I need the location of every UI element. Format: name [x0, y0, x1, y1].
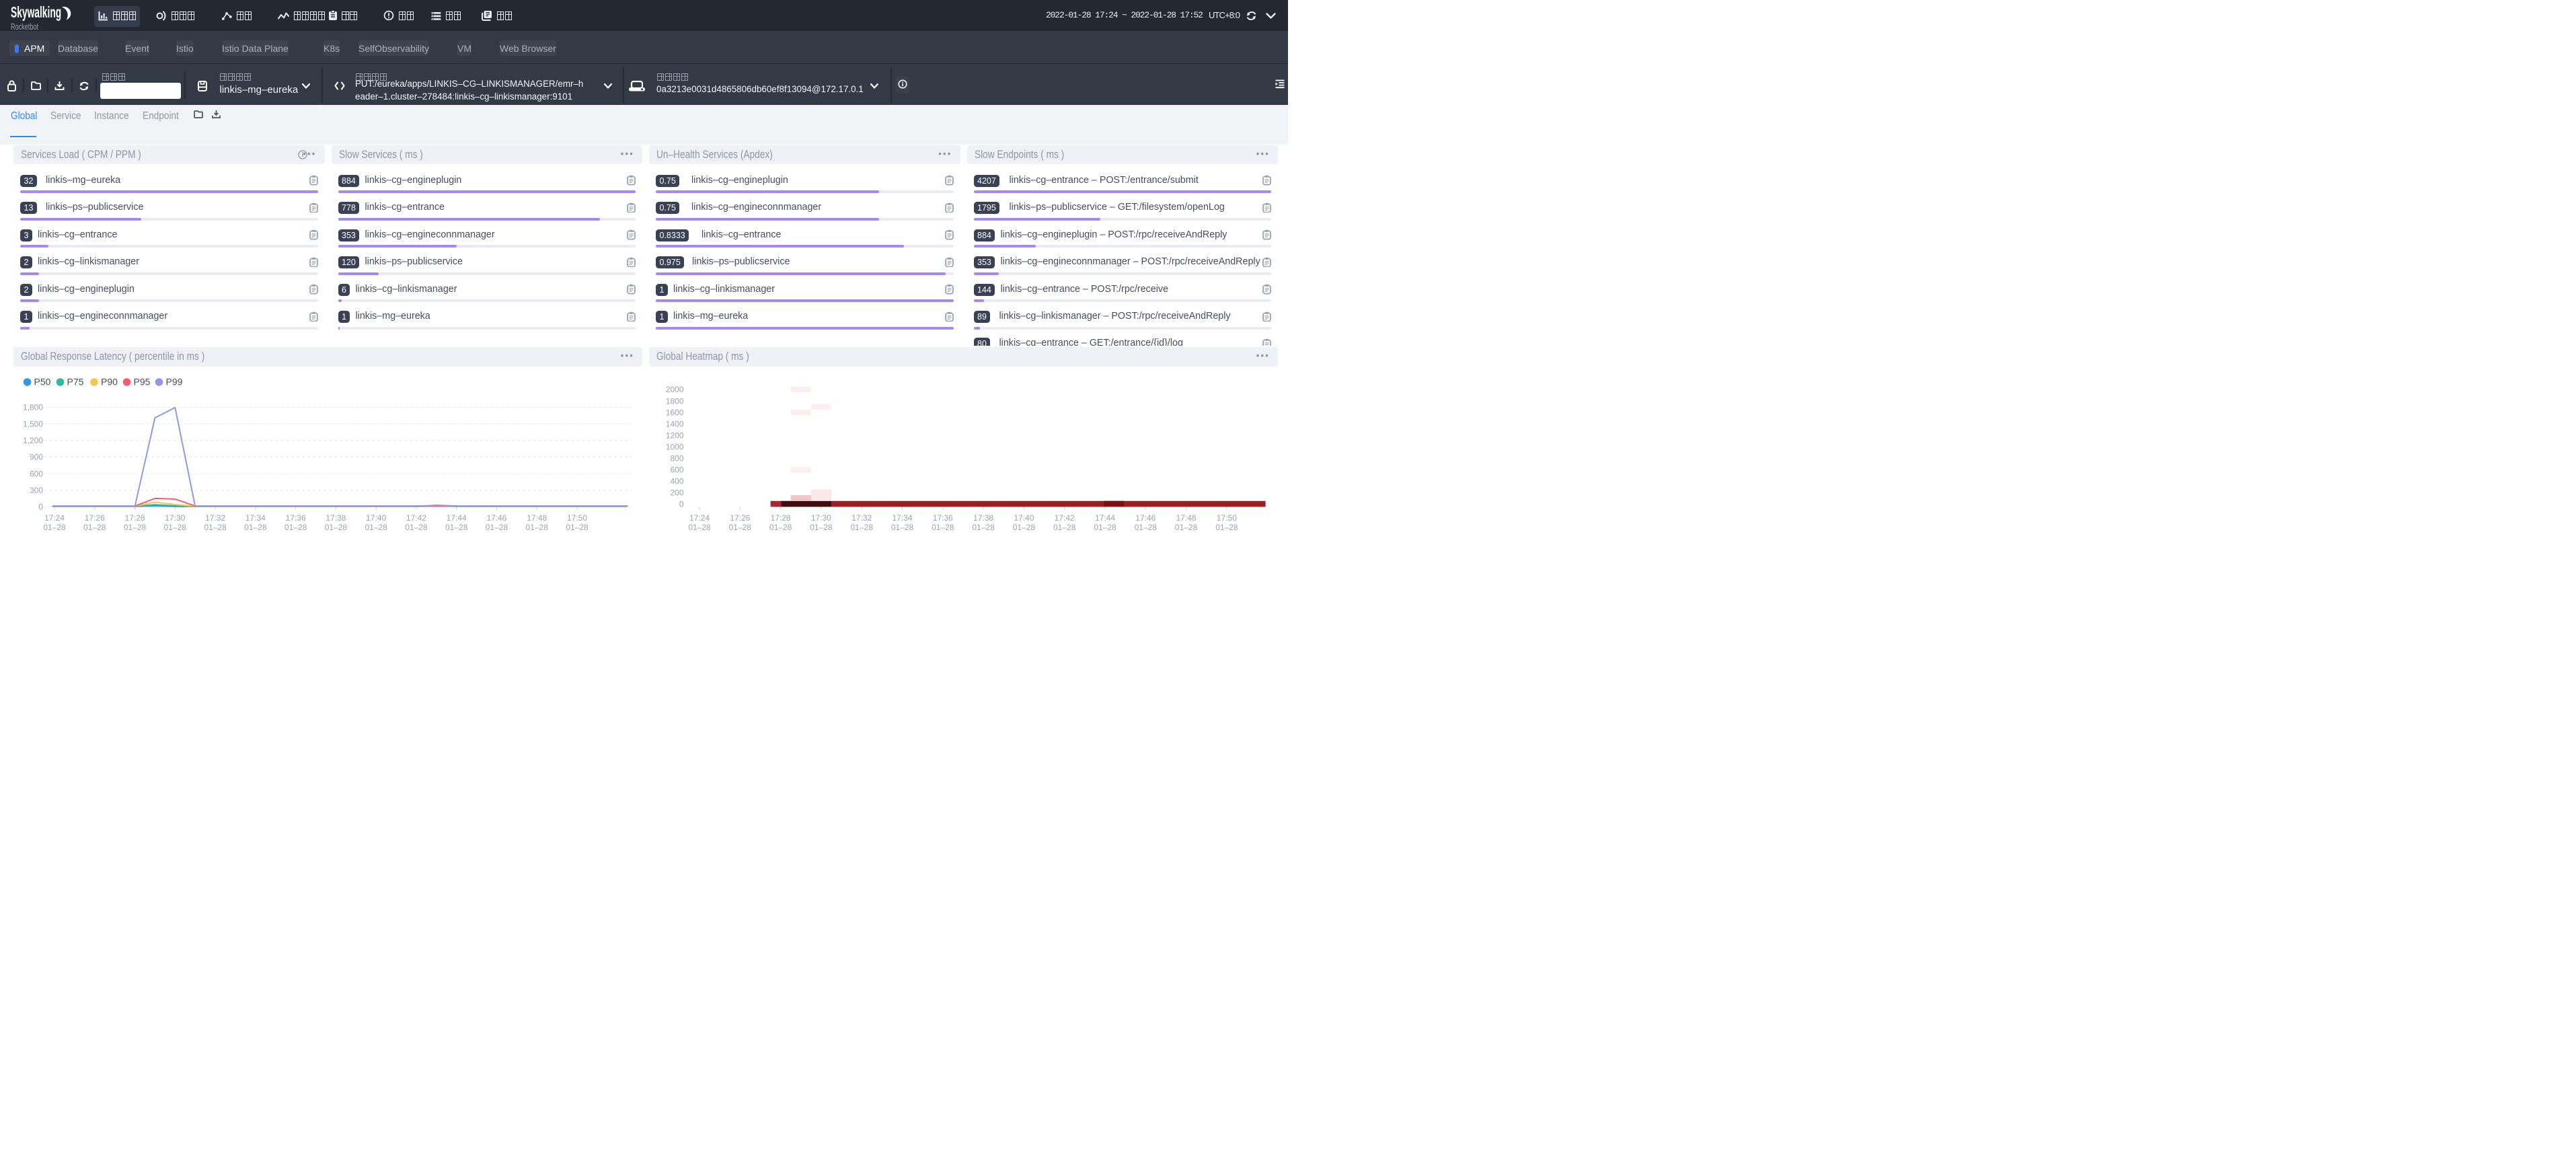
svg-text:300: 300: [30, 486, 43, 495]
svg-text:P75: P75: [67, 377, 84, 387]
svg-text:01–28: 01–28: [124, 523, 147, 532]
svg-text:01–28: 01–28: [365, 523, 387, 532]
svg-text:17:48: 17:48: [1176, 513, 1197, 523]
svg-text:17:46: 17:46: [1135, 513, 1156, 523]
svg-text:P99: P99: [166, 377, 183, 387]
svg-text:0: 0: [679, 500, 684, 509]
svg-text:01–28: 01–28: [43, 523, 66, 532]
svg-text:01–28: 01–28: [1135, 523, 1158, 532]
svg-text:900: 900: [30, 453, 43, 462]
svg-text:1400: 1400: [666, 419, 684, 428]
svg-text:17:42: 17:42: [1055, 513, 1075, 523]
svg-text:P95: P95: [134, 377, 151, 387]
svg-text:01–28: 01–28: [810, 523, 833, 532]
svg-text:01–28: 01–28: [244, 523, 267, 532]
svg-text:17:36: 17:36: [933, 513, 953, 523]
svg-text:01–28: 01–28: [891, 523, 914, 532]
svg-text:17:36: 17:36: [286, 513, 306, 523]
svg-text:01–28: 01–28: [769, 523, 792, 532]
svg-text:17:28: 17:28: [771, 513, 791, 523]
svg-text:17:38: 17:38: [326, 513, 346, 523]
svg-text:01–28: 01–28: [566, 523, 589, 532]
svg-text:200: 200: [670, 488, 683, 498]
svg-text:17:34: 17:34: [245, 513, 266, 523]
svg-text:17:30: 17:30: [165, 513, 185, 523]
svg-text:1200: 1200: [666, 430, 684, 440]
svg-text:17:42: 17:42: [406, 513, 426, 523]
svg-text:01–28: 01–28: [405, 523, 428, 532]
svg-text:01–28: 01–28: [204, 523, 227, 532]
svg-text:17:32: 17:32: [851, 513, 872, 523]
svg-text:17:44: 17:44: [447, 513, 467, 523]
svg-text:01–28: 01–28: [1013, 523, 1036, 532]
svg-text:400: 400: [670, 477, 683, 486]
svg-text:17:46: 17:46: [486, 513, 506, 523]
svg-text:17:50: 17:50: [567, 513, 587, 523]
svg-text:1,500: 1,500: [23, 419, 43, 428]
svg-text:1,200: 1,200: [23, 436, 43, 445]
svg-text:01–28: 01–28: [688, 523, 711, 532]
svg-text:17:26: 17:26: [85, 513, 105, 523]
svg-text:01–28: 01–28: [325, 523, 348, 532]
svg-text:800: 800: [670, 454, 683, 463]
svg-text:01–28: 01–28: [1175, 523, 1198, 532]
svg-text:2000: 2000: [666, 385, 684, 394]
svg-text:01–28: 01–28: [1053, 523, 1076, 532]
svg-text:17:44: 17:44: [1095, 513, 1115, 523]
svg-text:17:48: 17:48: [527, 513, 547, 523]
svg-text:01–28: 01–28: [164, 523, 187, 532]
svg-text:01–28: 01–28: [729, 523, 752, 532]
svg-text:1600: 1600: [666, 408, 684, 417]
svg-text:01–28: 01–28: [486, 523, 508, 532]
svg-text:17:40: 17:40: [366, 513, 386, 523]
svg-text:17:38: 17:38: [973, 513, 993, 523]
svg-text:1800: 1800: [666, 396, 684, 406]
svg-text:0: 0: [38, 502, 43, 512]
svg-text:01–28: 01–28: [1094, 523, 1116, 532]
svg-text:17:50: 17:50: [1217, 513, 1237, 523]
svg-text:17:26: 17:26: [730, 513, 750, 523]
svg-text:600: 600: [670, 465, 683, 475]
svg-text:01–28: 01–28: [972, 523, 995, 532]
svg-text:17:24: 17:24: [44, 513, 65, 523]
svg-text:P50: P50: [34, 377, 51, 387]
svg-text:17:34: 17:34: [892, 513, 912, 523]
svg-text:01–28: 01–28: [851, 523, 874, 532]
svg-text:01–28: 01–28: [285, 523, 307, 532]
svg-text:17:30: 17:30: [811, 513, 831, 523]
svg-text:01–28: 01–28: [932, 523, 954, 532]
svg-text:17:32: 17:32: [205, 513, 225, 523]
svg-text:1000: 1000: [666, 442, 684, 451]
svg-text:1,800: 1,800: [23, 403, 43, 412]
svg-text:01–28: 01–28: [445, 523, 468, 532]
svg-text:17:40: 17:40: [1014, 513, 1034, 523]
svg-text:17:28: 17:28: [125, 513, 145, 523]
svg-text:01–28: 01–28: [526, 523, 549, 532]
svg-text:P90: P90: [101, 377, 118, 387]
svg-text:01–28: 01–28: [83, 523, 106, 532]
svg-text:600: 600: [30, 469, 43, 478]
svg-text:17:24: 17:24: [689, 513, 710, 523]
svg-text:01–28: 01–28: [1215, 523, 1238, 532]
